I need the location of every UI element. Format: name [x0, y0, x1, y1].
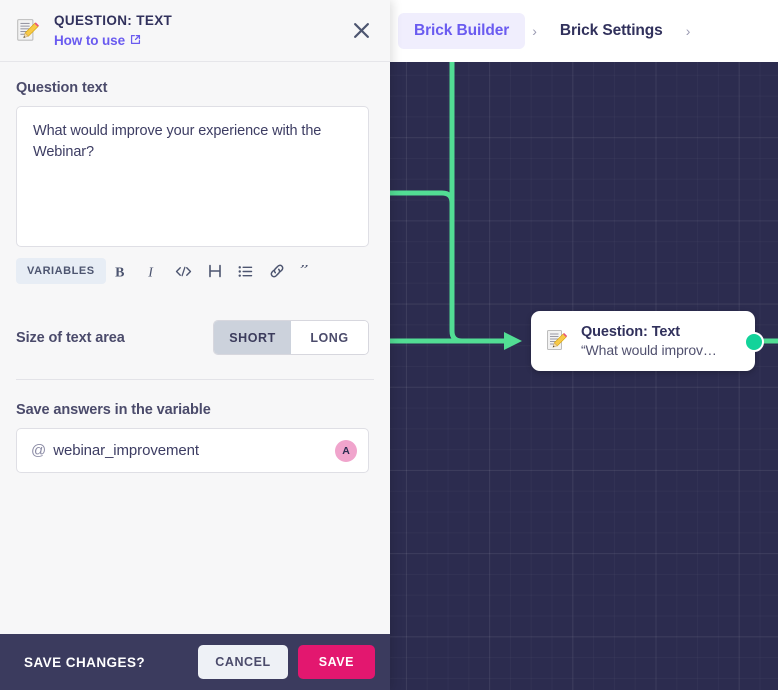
- flow-node-text: Question: Text “What would improv…: [581, 323, 717, 359]
- panel-title: QUESTION: TEXT: [54, 12, 173, 28]
- close-icon[interactable]: [348, 18, 374, 44]
- variables-button[interactable]: VARIABLES: [16, 258, 106, 284]
- save-changes-bar: SAVE CHANGES? CANCEL SAVE: [0, 634, 390, 690]
- code-icon[interactable]: [169, 258, 199, 284]
- at-sign-icon: @: [31, 442, 47, 459]
- save-variable-label: Save answers in the variable: [16, 402, 211, 418]
- breadcrumb-item-brick-settings[interactable]: Brick Settings: [544, 13, 679, 49]
- italic-icon[interactable]: I: [138, 258, 168, 284]
- bold-icon[interactable]: B: [107, 258, 137, 284]
- app-root: Question: Text “What would improv… Brick…: [0, 0, 778, 690]
- section-divider: [16, 379, 374, 380]
- save-variable-input[interactable]: webinar_improvement: [53, 442, 335, 459]
- save-variable-field[interactable]: @ webinar_improvement A: [16, 428, 369, 473]
- settings-panel-header: QUESTION: TEXT How to use: [0, 0, 390, 62]
- svg-text:B: B: [115, 265, 124, 279]
- how-to-use-label: How to use: [54, 32, 126, 48]
- flow-node-output-port[interactable]: [744, 332, 764, 352]
- breadcrumb: Brick Builder › Brick Settings ›: [398, 0, 697, 62]
- size-option-short[interactable]: SHORT: [214, 321, 291, 354]
- flow-node-question-text[interactable]: Question: Text “What would improv…: [531, 311, 755, 371]
- save-changes-title: SAVE CHANGES?: [24, 654, 146, 670]
- size-of-text-area-row: Size of text area SHORT LONG: [16, 320, 374, 355]
- memo-icon: [14, 17, 42, 45]
- svg-text:”: ”: [300, 265, 309, 278]
- editor-toolbar: VARIABLES B I ”: [16, 258, 374, 284]
- settings-panel-header-text: QUESTION: TEXT How to use: [54, 11, 348, 50]
- link-icon[interactable]: [262, 258, 292, 284]
- cancel-button[interactable]: CANCEL: [198, 645, 288, 679]
- heading-icon[interactable]: [200, 258, 230, 284]
- flow-node-title: Question: Text: [581, 323, 681, 340]
- flow-node-subtitle: “What would improv…: [581, 341, 717, 358]
- variable-type-badge: A: [335, 439, 357, 462]
- bullet-list-icon[interactable]: [231, 258, 261, 284]
- chevron-right-icon: ›: [532, 23, 537, 39]
- chevron-right-icon-2: ›: [685, 23, 691, 39]
- size-of-text-area-label: Size of text area: [16, 329, 125, 346]
- quote-icon[interactable]: ”: [293, 258, 323, 284]
- how-to-use-link[interactable]: How to use: [54, 31, 141, 51]
- save-button[interactable]: SAVE: [297, 645, 375, 679]
- size-of-text-area-segmented-control: SHORT LONG: [213, 320, 369, 355]
- breadcrumb-item-brick-builder[interactable]: Brick Builder: [398, 13, 526, 49]
- memo-icon: [544, 328, 570, 354]
- external-link-icon: [130, 31, 141, 51]
- question-text-label: Question text: [16, 80, 108, 96]
- question-text-input[interactable]: What would improve your experience with …: [16, 106, 369, 247]
- settings-panel: QUESTION: TEXT How to use Question text …: [0, 0, 390, 690]
- svg-text:I: I: [147, 265, 154, 279]
- settings-panel-body: Question text What would improve your ex…: [0, 62, 390, 634]
- size-option-long[interactable]: LONG: [291, 321, 368, 354]
